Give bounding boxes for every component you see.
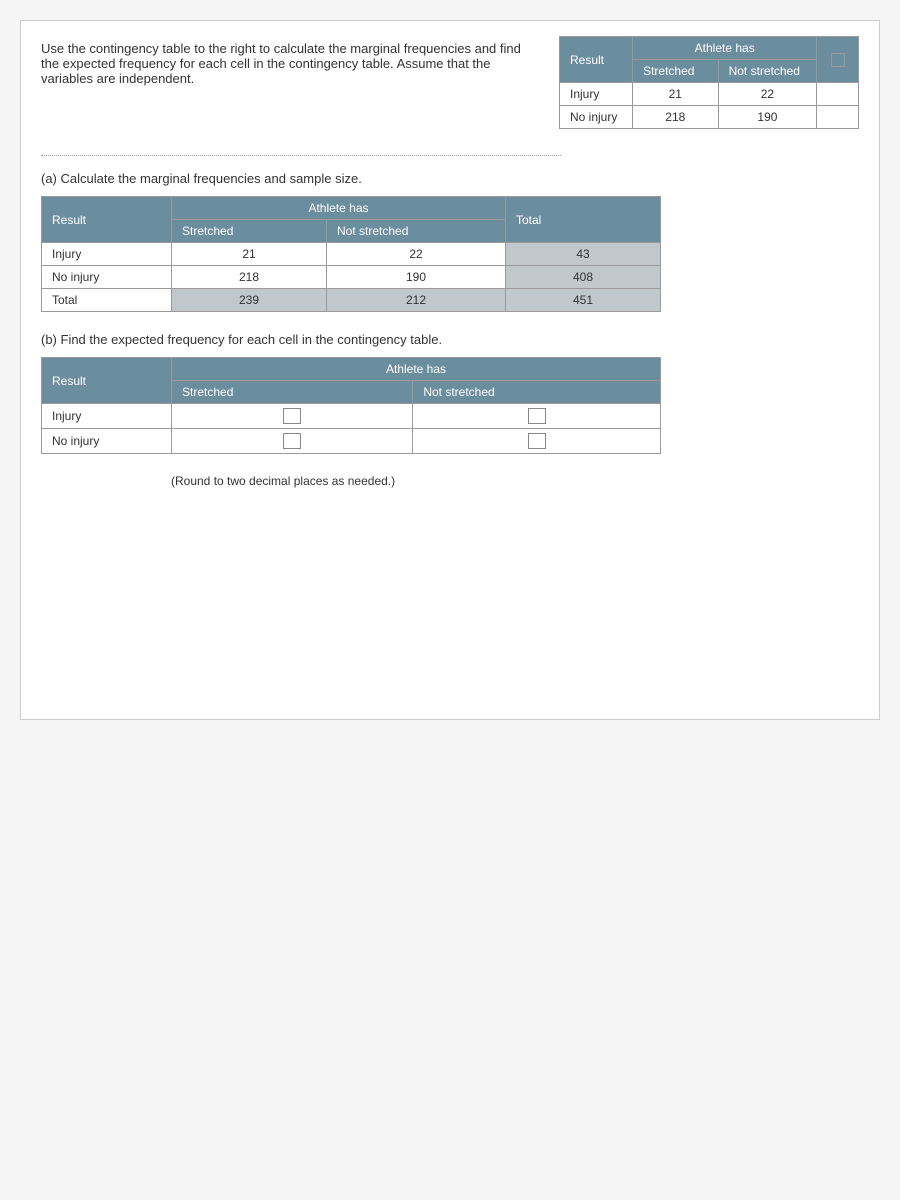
table-row: No injury [42,429,661,454]
injury-label: Injury [42,404,172,429]
stretched-header: Stretched [172,220,327,243]
result-header: Result [560,37,633,83]
input-cell[interactable] [413,404,661,429]
data-cell: 21 [172,243,327,266]
table-row: No injury 218 190 408 [42,266,661,289]
rounding-note: (Round to two decimal places as needed.) [171,474,859,488]
athlete-header: Athlete has [633,37,817,60]
marginal-table: Result Athlete has Total Stretched Not s… [41,196,661,312]
input-cell[interactable] [172,404,413,429]
total-header: Total [505,197,660,243]
table-header-row: Result Athlete has [560,37,859,60]
not-stretched-header: Not stretched [718,60,817,83]
section-divider [41,155,561,156]
answer-input[interactable] [528,433,546,449]
data-cell: 218 [633,106,719,129]
data-cell: 190 [327,266,506,289]
table-row: No injury 218 190 [560,106,859,129]
expected-table: Result Athlete has Stretched Not stretch… [41,357,661,454]
input-cell[interactable] [172,429,413,454]
answer-input[interactable] [528,408,546,424]
injury-label: Injury [42,243,172,266]
total-cell: 212 [327,289,506,312]
table-header-row: Result Athlete has [42,358,661,381]
no-injury-label: No injury [42,266,172,289]
not-stretched-header: Not stretched [413,381,661,404]
total-label: Total [42,289,172,312]
reference-table-wrapper: Result Athlete has Stretched Not stretch… [559,36,859,149]
intro-text: Use the contingency table to the right t… [41,41,529,86]
table-row: Injury 21 22 [560,83,859,106]
part-a-label: (a) Calculate the marginal frequencies a… [41,171,859,186]
grand-total-cell: 451 [505,289,660,312]
expand-icon[interactable] [831,53,845,67]
part-b-label: (b) Find the expected frequency for each… [41,332,859,347]
no-injury-label: No injury [42,429,172,454]
not-stretched-header: Not stretched [327,220,506,243]
answer-input[interactable] [283,433,301,449]
data-cell: 22 [718,83,817,106]
data-cell: 190 [718,106,817,129]
table-row: Injury [42,404,661,429]
data-cell: 22 [327,243,506,266]
injury-label: Injury [560,83,633,106]
total-cell: 239 [172,289,327,312]
total-cell: 408 [505,266,660,289]
total-row: Total 239 212 451 [42,289,661,312]
empty-cell [817,106,859,129]
data-cell: 218 [172,266,327,289]
answer-input[interactable] [283,408,301,424]
stretched-header: Stretched [172,381,413,404]
stretched-header: Stretched [633,60,719,83]
top-section: Use the contingency table to the right t… [41,41,859,149]
reference-table: Result Athlete has Stretched Not stretch… [559,36,859,129]
athlete-header: Athlete has [172,197,506,220]
data-cell: 21 [633,83,719,106]
problem-container: Use the contingency table to the right t… [20,20,880,720]
icon-header[interactable] [817,37,859,83]
result-header: Result [42,197,172,243]
athlete-header: Athlete has [172,358,661,381]
total-cell: 43 [505,243,660,266]
result-header: Result [42,358,172,404]
no-injury-label: No injury [560,106,633,129]
input-cell[interactable] [413,429,661,454]
empty-cell [817,83,859,106]
table-header-row: Result Athlete has Total [42,197,661,220]
table-row: Injury 21 22 43 [42,243,661,266]
